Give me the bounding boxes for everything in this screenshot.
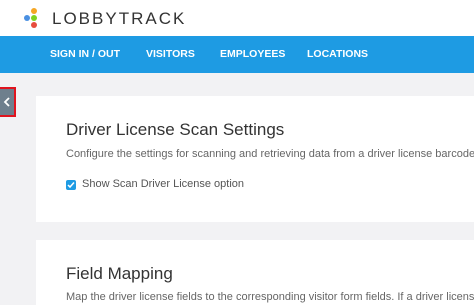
checkmark-icon — [67, 182, 75, 189]
show-scan-option-label: Show Scan Driver License option — [82, 178, 245, 190]
app-header: LOBBYTRACK — [0, 0, 474, 36]
field-mapping-card: Field Mapping Map the driver license fie… — [36, 240, 474, 305]
nav-sign-in-out[interactable]: SIGN IN / OUT — [50, 48, 120, 60]
nav-employees[interactable]: EMPLOYEES — [220, 48, 285, 60]
field-mapping-title: Field Mapping — [66, 264, 173, 283]
app-logo-text: LOBBYTRACK — [52, 9, 187, 28]
nav-locations[interactable]: LOCATIONS — [307, 48, 368, 60]
field-mapping-description: Map the driver license fields to the cor… — [66, 291, 474, 303]
scan-settings-title: Driver License Scan Settings — [66, 120, 285, 139]
main-nav: SIGN IN / OUT VISITORS EMPLOYEES LOCATIO… — [0, 36, 474, 73]
sidebar-toggle-button[interactable] — [0, 87, 16, 117]
scan-settings-description: Configure the settings for scanning and … — [66, 148, 474, 160]
chevron-left-icon — [3, 97, 10, 107]
show-scan-option-checkbox[interactable] — [66, 180, 76, 190]
nav-visitors[interactable]: VISITORS — [146, 48, 195, 60]
scan-settings-card: Driver License Scan Settings Configure t… — [36, 96, 474, 222]
lobbytrack-logo-icon — [24, 8, 44, 28]
